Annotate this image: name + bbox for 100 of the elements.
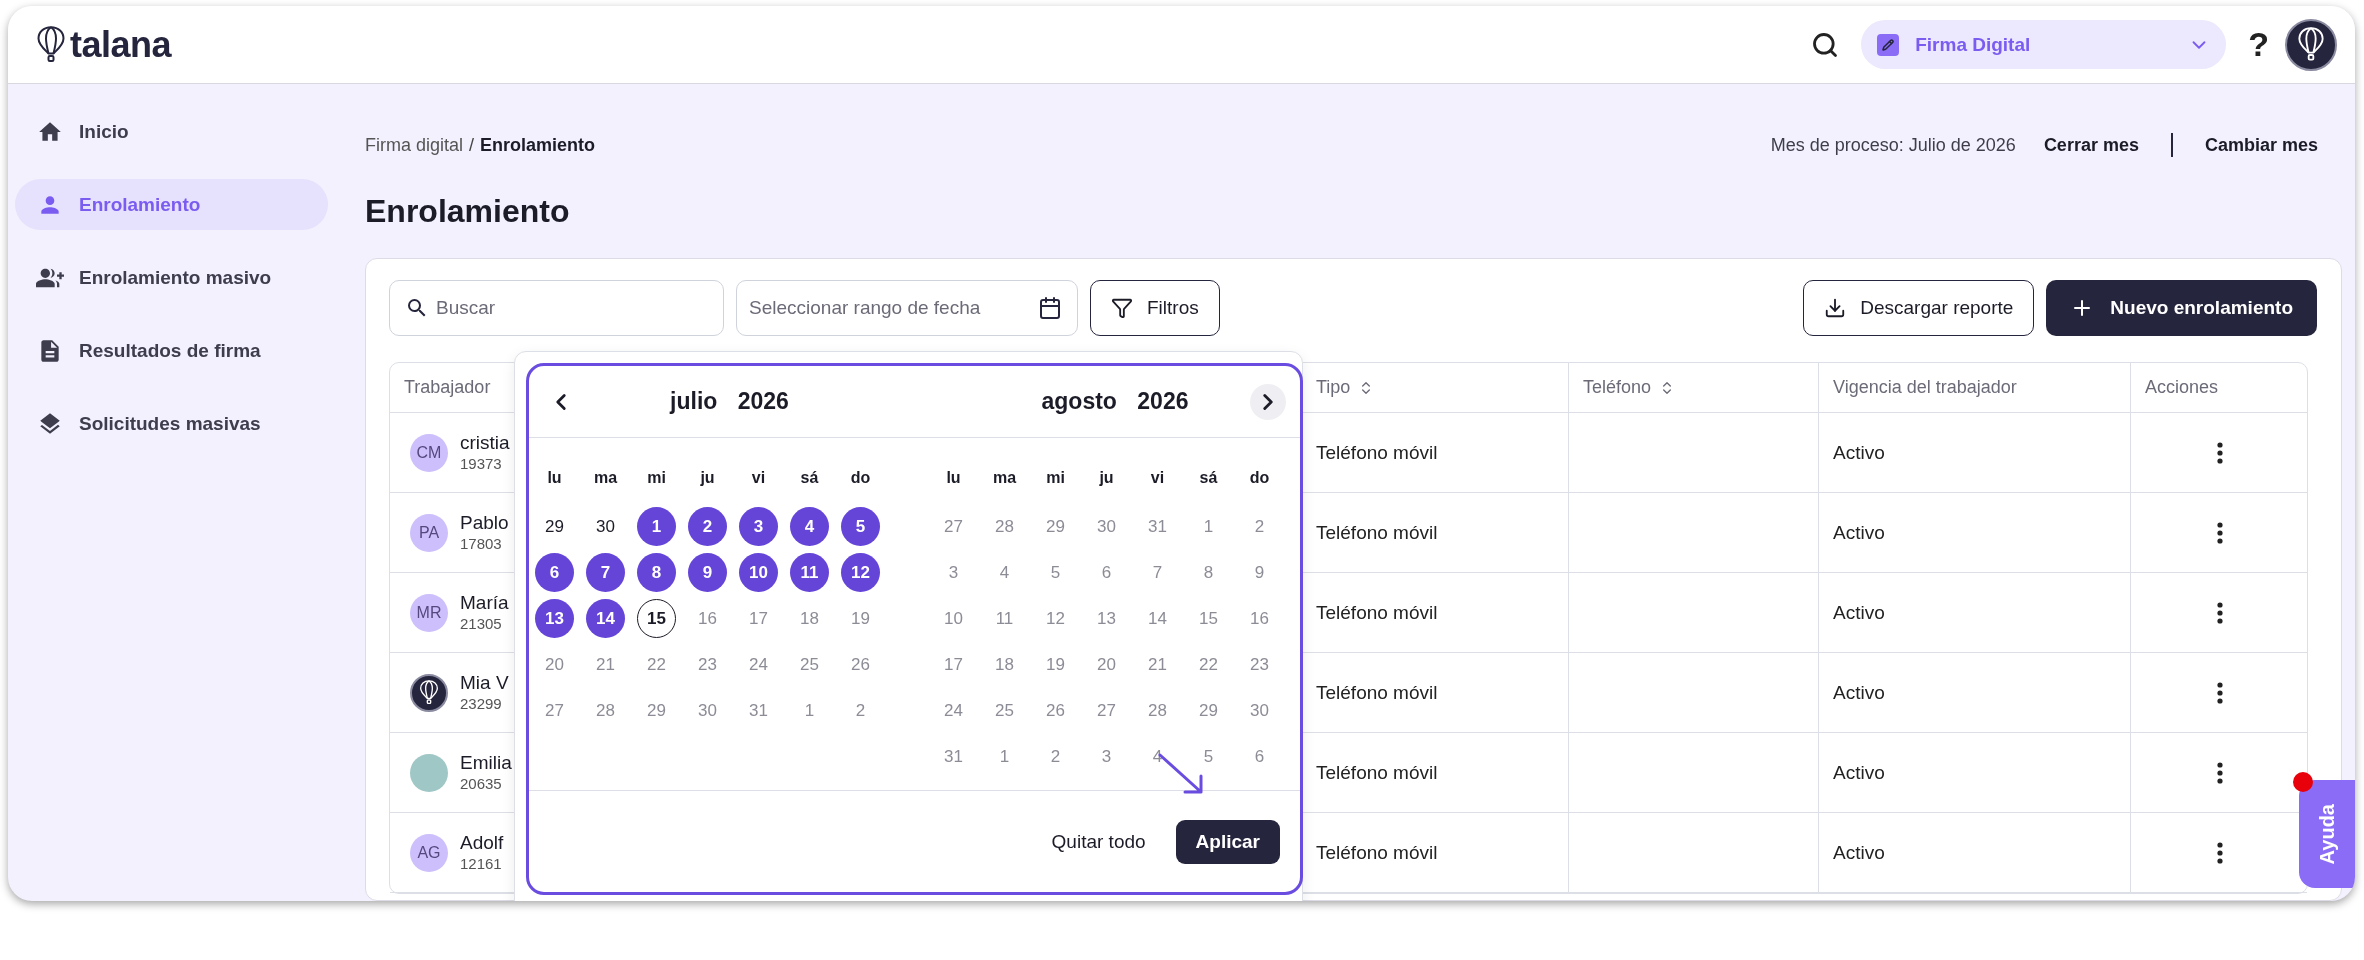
table-cell: Teléfono móvil (1316, 441, 1438, 464)
sidebar-item[interactable]: Enrolamiento masivo (15, 252, 328, 303)
sidebar-item[interactable]: Solicitudes masivas (15, 398, 328, 449)
month-action-link[interactable]: Cerrar mes (2043, 134, 2139, 156)
table-cell: Teléfono móvil (1316, 521, 1438, 544)
table-cell: Teléfono móvil (1316, 601, 1438, 624)
clear-all-button[interactable]: Quitar todo (1051, 830, 1146, 853)
kebab-icon (2216, 681, 2223, 704)
sidebar-item[interactable]: Enrolamiento (15, 179, 328, 230)
kebab-icon (2216, 521, 2223, 544)
calendar-day[interactable]: 9 (688, 553, 727, 592)
worker-name: Emilia (460, 751, 512, 774)
worker-id: 19373 (460, 453, 503, 474)
month-title: agosto 2026 (1040, 388, 1190, 415)
worker-name: Mia V (460, 671, 509, 694)
more-options-button[interactable] (2216, 521, 2223, 544)
worker-id: 12161 (460, 853, 503, 874)
column-header: Acciones (2145, 377, 2219, 398)
balloon-icon (2297, 27, 2325, 62)
worker-id: 20635 (460, 773, 503, 794)
table-cell: Teléfono móvil (1316, 841, 1438, 864)
calendar-day[interactable]: 29 (535, 507, 574, 546)
calendar-day[interactable]: 7 (586, 553, 625, 592)
user-avatar[interactable] (2285, 18, 2337, 71)
filters-button[interactable]: Filtros (1090, 280, 1220, 336)
kebab-icon (2216, 761, 2223, 784)
kebab-icon (2216, 441, 2223, 464)
new-enrollment-button[interactable]: Nuevo enrolamiento (2046, 280, 2317, 336)
table-cell: Activo (1833, 441, 1885, 464)
worker-name: cristia (460, 431, 510, 454)
worker-name: Adolf (460, 831, 504, 854)
weekday-label: ju (1098, 468, 1115, 488)
month-action-link[interactable]: Cambiar mes (2204, 134, 2318, 156)
page-title: Enrolamiento (365, 192, 571, 230)
calendar-icon (1038, 296, 1062, 320)
kebab-icon (2216, 841, 2223, 864)
module-dropdown[interactable]: Firma Digital (1861, 20, 2227, 69)
column-header[interactable]: Teléfono (1583, 377, 1676, 398)
table-cell: Teléfono móvil (1316, 761, 1438, 784)
weekday-label: ma (592, 468, 619, 488)
calendar-day[interactable]: 30 (586, 507, 625, 546)
table-cell: Activo (1833, 601, 1885, 624)
worker-id: 23299 (460, 693, 503, 714)
help-tab[interactable]: Ayuda (2299, 780, 2355, 888)
weekday-label: lu (546, 468, 563, 488)
calendar-day[interactable]: 11 (790, 553, 829, 592)
help-button[interactable]: ? (2248, 25, 2269, 64)
calendar-day[interactable]: 2 (688, 507, 727, 546)
weekday-label: vi (1149, 468, 1166, 488)
calendar-day[interactable]: 13 (535, 599, 574, 638)
download-report-button[interactable]: Descargar reporte (1803, 280, 2035, 336)
table-cell: Activo (1833, 681, 1885, 704)
kebab-icon (2216, 601, 2223, 624)
month-title: julio 2026 (668, 388, 790, 415)
worker-name: Pablo (460, 511, 509, 534)
more-options-button[interactable] (2216, 441, 2223, 464)
calendar-day[interactable]: 8 (637, 553, 676, 592)
sidebar-item[interactable]: Resultados de firma (15, 325, 328, 376)
calendar-day[interactable]: 1 (637, 507, 676, 546)
calendar-day[interactable]: 5 (841, 507, 880, 546)
calendar-day[interactable]: 10 (739, 553, 778, 592)
next-month-button[interactable] (1250, 383, 1286, 420)
weekday-label: do (849, 468, 872, 488)
calendar-day[interactable]: 12 (841, 553, 880, 592)
breadcrumb-separator: / (469, 134, 475, 156)
search-field[interactable]: Buscar (389, 280, 724, 336)
date-range-field[interactable]: Seleccionar rango de fecha (736, 280, 1078, 336)
calendar-day[interactable]: 14 (586, 599, 625, 638)
weekday-label: mi (1045, 468, 1066, 488)
initials-avatar: MR (410, 593, 448, 632)
calendar-day[interactable]: 4 (790, 507, 829, 546)
apply-button[interactable]: Aplicar (1175, 819, 1280, 864)
pencil-icon (1882, 38, 1895, 51)
process-month: Mes de proceso: Julio de 2026 (1770, 134, 2016, 156)
calendar-day[interactable]: 3 (739, 507, 778, 546)
calendar-day[interactable]: 6 (535, 553, 574, 592)
weekday-label: lu (945, 468, 962, 488)
column-header: Trabajador (404, 377, 491, 398)
weekday-label: sá (1198, 468, 1219, 488)
breadcrumb-link[interactable]: Firma digital (365, 134, 464, 156)
weekday-label: sá (799, 468, 820, 488)
more-options-button[interactable] (2216, 601, 2223, 624)
balloon-icon (419, 680, 439, 705)
more-options-button[interactable] (2216, 841, 2223, 864)
worker-name: María (460, 591, 509, 614)
initials-avatar: PA (410, 513, 448, 552)
sidebar-item[interactable]: Inicio (15, 106, 328, 157)
column-header: Vigencia del trabajador (1833, 377, 2017, 398)
initials-avatar: CM (410, 433, 448, 472)
more-options-button[interactable] (2216, 681, 2223, 704)
column-header[interactable]: Tipo (1316, 377, 1375, 398)
weekday-label: mi (646, 468, 667, 488)
initials-avatar: AG (410, 833, 448, 872)
download-icon (1824, 297, 1847, 319)
worker-id: 21305 (460, 613, 503, 634)
table-cell: Activo (1833, 761, 1885, 784)
more-options-button[interactable] (2216, 761, 2223, 784)
table-cell: Teléfono móvil (1316, 681, 1438, 704)
search-button[interactable] (1811, 30, 1840, 59)
logo-text: talana (70, 23, 172, 66)
